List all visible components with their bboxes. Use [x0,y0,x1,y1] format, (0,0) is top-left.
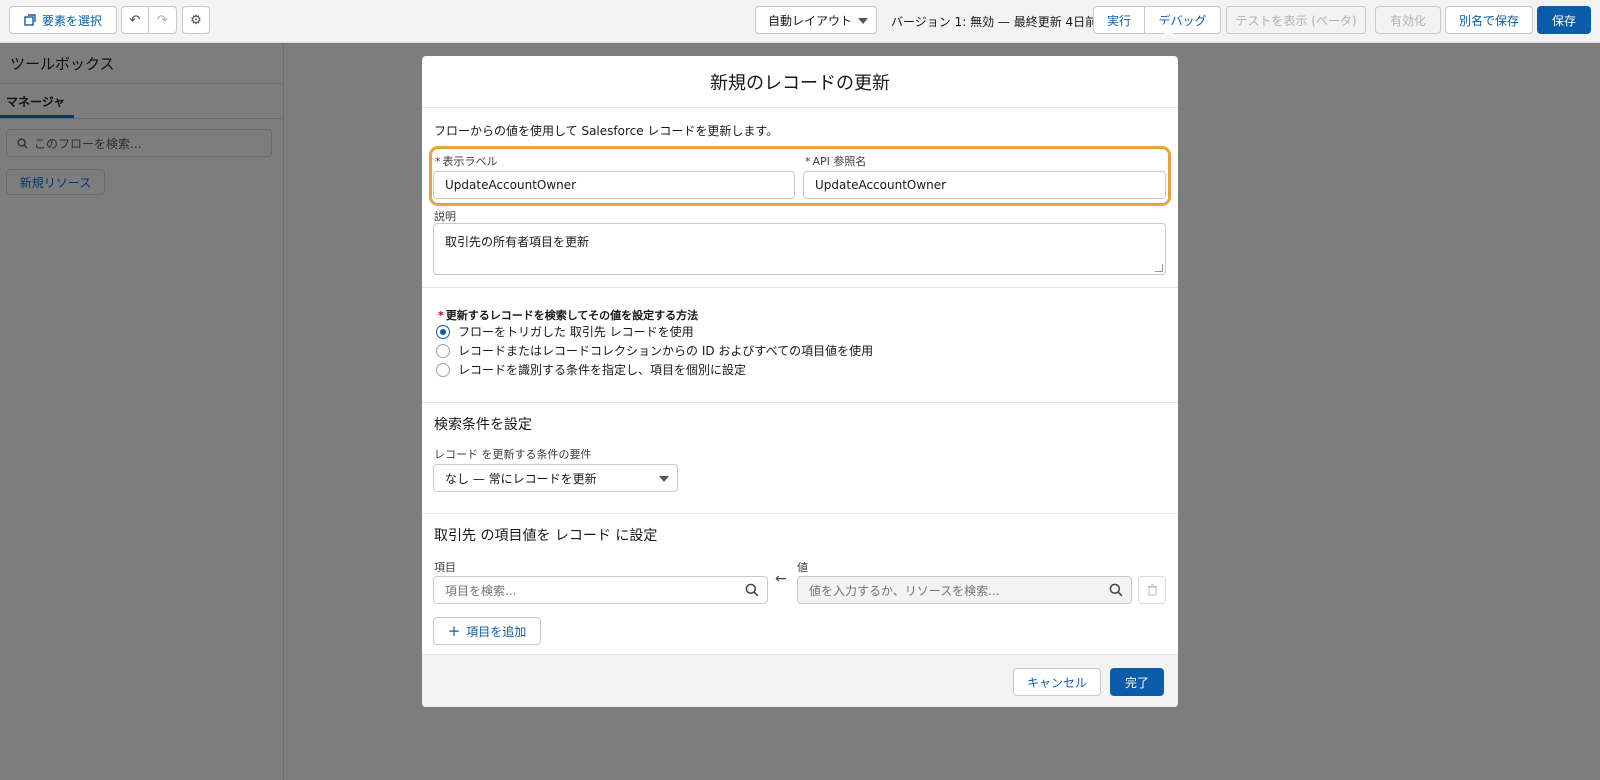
description-value: 取引先の所有者項目を更新 [445,235,590,249]
toolbox-title: ツールボックス [10,55,115,73]
tab-divider [0,118,283,119]
layout-select-value: 自動レイアウト [768,13,853,28]
run-debug-group: 実行 デバッグ [1093,6,1221,34]
add-field-button[interactable]: + 項目を追加 [433,617,541,645]
search-icon [1109,583,1123,597]
view-tests-button[interactable]: テストを表示 (ベータ) [1226,6,1366,34]
settings-button[interactable]: ⚙ [182,6,210,34]
radio-button[interactable] [436,362,450,377]
select-elements-button[interactable]: 要素を選択 [9,6,117,34]
select-elements-icon [24,14,36,26]
required-marker: * [805,155,811,168]
method-option-record-collection[interactable]: レコードまたはレコードコレクションからの ID およびすべての項目値を使用 [436,342,873,359]
value-search-placeholder: 値を入力するか、リソースを検索... [809,583,1000,598]
add-field-label: 項目を追加 [466,624,527,639]
delete-row-button[interactable] [1138,576,1166,604]
value-search-input[interactable]: 値を入力するか、リソースを検索... [797,576,1132,604]
modal-title: 新規のレコードの更新 [422,56,1178,108]
modal-intro-text: フローからの値を使用して Salesforce レコードを更新します。 [434,124,779,138]
api-name-input[interactable]: UpdateAccountOwner [803,171,1166,199]
section-divider [422,513,1178,514]
resize-handle[interactable] [1155,264,1163,272]
update-records-modal: 新規のレコードの更新 フローからの値を使用して Salesforce レコードを… [422,56,1178,707]
section-divider [422,287,1178,288]
undo-button[interactable]: ↶ [121,6,149,34]
flow-builder-toolbar: 要素を選択 ↶ ↷ ⚙ 自動レイアウト バージョン 1: 無効 — 最終更新 4… [0,0,1600,43]
criteria-heading: 検索条件を設定 [434,417,532,433]
field-search-placeholder: 項目を検索... [445,583,517,598]
trash-icon [1147,584,1157,596]
api-name-field-label: * API 参照名 [805,155,867,168]
method-option-triggering-record[interactable]: フローをトリガした 取引先 レコードを使用 [436,323,694,340]
set-fields-heading: 取引先 の項目値を レコード に設定 [434,528,658,544]
label-input[interactable]: UpdateAccountOwner [433,171,795,199]
plus-icon: + [447,622,461,640]
required-marker: * [435,155,441,168]
arrow-left-icon: ← [775,571,787,587]
radio-label: レコードまたはレコードコレクションからの ID およびすべての項目値を使用 [458,344,874,358]
method-option-specify-conditions[interactable]: レコードを識別する条件を指定し、項目を個別に設定 [436,361,746,378]
layout-select[interactable]: 自動レイアウト [755,6,877,34]
flow-search-input[interactable]: このフローを検索... [6,129,272,157]
save-button[interactable]: 保存 [1537,6,1591,34]
chevron-down-icon [858,18,868,24]
save-as-button[interactable]: 別名で保存 [1445,6,1533,34]
version-status-text: バージョン 1: 無効 — 最終更新 4日前 [891,15,1098,29]
description-label: 説明 [434,210,456,223]
search-icon [745,583,759,597]
radio-button[interactable] [436,324,450,339]
close-icon[interactable]: ✕ [1158,20,1180,46]
toolbox-panel: ツールボックス マネージャ このフローを検索... 新規リソース [0,43,284,780]
field-column-label: 項目 [434,561,456,574]
modal-footer: キャンセル 完了 [422,654,1178,707]
flow-search-placeholder: このフローを検索... [34,136,142,151]
new-resource-button[interactable]: 新規リソース [6,169,105,195]
required-marker: * [438,309,444,322]
label-input-value: UpdateAccountOwner [445,178,577,192]
criteria-value: なし — 常にレコードを更新 [445,471,597,486]
cancel-button[interactable]: キャンセル [1013,668,1101,696]
debug-button[interactable]: デバッグ [1145,6,1221,34]
chevron-down-icon [659,476,669,482]
radio-label: フローをトリガした 取引先 レコードを使用 [458,325,694,339]
label-field-label: * 表示ラベル [435,155,498,168]
value-column-label: 値 [797,561,808,574]
radio-button[interactable] [436,343,450,358]
undo-icon: ↶ [129,12,141,28]
method-title: * 更新するレコードを検索してその値を設定する方法 [438,309,699,322]
gear-icon: ⚙ [190,12,202,28]
redo-icon: ↷ [157,12,168,28]
redo-button[interactable]: ↷ [149,6,177,34]
search-icon [17,137,28,149]
activate-button[interactable]: 有効化 [1375,6,1441,34]
description-textarea[interactable]: 取引先の所有者項目を更新 [433,223,1166,275]
field-search-input[interactable]: 項目を検索... [433,576,768,604]
toolbox-divider [0,83,283,84]
done-button[interactable]: 完了 [1110,668,1164,696]
select-elements-label: 要素を選択 [41,13,102,28]
api-name-input-value: UpdateAccountOwner [815,178,947,192]
tab-manager[interactable]: マネージャ [6,93,65,110]
criteria-combobox[interactable]: なし — 常にレコードを更新 [433,464,678,492]
radio-label: レコードを識別する条件を指定し、項目を個別に設定 [458,363,747,377]
criteria-label: レコード を更新する条件の要件 [434,448,592,461]
section-divider [422,402,1178,403]
undo-redo-group: ↶ ↷ [121,6,177,34]
run-button[interactable]: 実行 [1093,6,1145,34]
